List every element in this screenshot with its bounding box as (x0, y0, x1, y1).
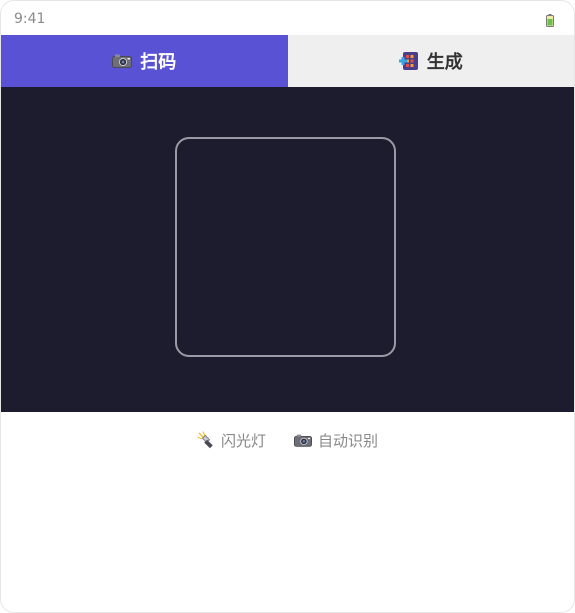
tab-bar: 扫码 生成 (1, 35, 574, 87)
battery-icon (546, 12, 554, 27)
scan-frame (175, 137, 396, 357)
status-bar: 9:41 (1, 1, 574, 35)
tab-generate[interactable]: 生成 (287, 35, 574, 87)
tab-scan[interactable]: 扫码 (1, 35, 288, 87)
phone-screen: 9:41 扫码 生成 闪光灯 自动识别 (0, 0, 575, 613)
camera-icon (112, 54, 133, 68)
auto-detect-label: 自动识别 (318, 431, 379, 450)
tab-scan-label: 扫码 (140, 52, 177, 73)
camera-viewfinder[interactable] (1, 87, 574, 412)
grid-icon (398, 51, 419, 71)
flashlight-toggle[interactable]: 闪光灯 (197, 430, 266, 451)
flashlight-label: 闪光灯 (220, 431, 266, 450)
status-time: 9:41 (14, 11, 46, 27)
tab-generate-label: 生成 (426, 52, 463, 73)
auto-detect-toggle[interactable]: 自动识别 (294, 430, 378, 451)
flashlight-icon (197, 431, 215, 449)
scan-controls: 闪光灯 自动识别 (1, 412, 574, 468)
camera-icon (294, 434, 312, 447)
